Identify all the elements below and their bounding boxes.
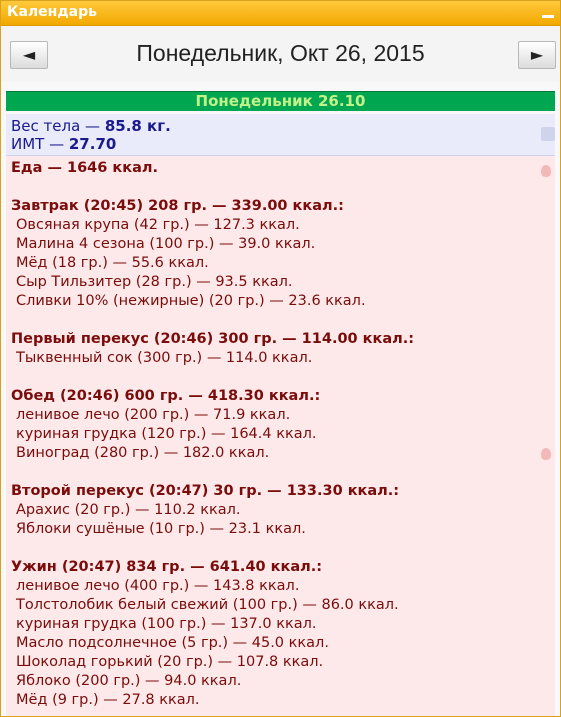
food-item: Тыквенный сок (300 гр.) — 114.0 ккал. [16,350,313,366]
weight-label: Вес тела — [11,117,105,135]
food-item: Шоколад горький (20 гр.) — 107.8 ккал. [16,654,324,670]
food-item: Мёд (18 гр.) — 55.6 ккал. [16,255,209,271]
food-item: Масло подсолнечное (5 гр.) — 45.0 ккал. [16,635,329,651]
food-item: Яблоки сушёные (10 гр.) — 23.1 ккал. [16,521,306,537]
food-item: Арахис (20 гр.) — 110.2 ккал. [16,502,241,518]
food-log-icon-secondary[interactable] [541,448,551,460]
calendar-window: Календарь ◄ Понедельник, Окт 26, 2015 ► … [0,0,561,717]
date-title: Понедельник, Окт 26, 2015 [136,40,425,66]
bmi-value: 27.70 [68,135,117,153]
food-item: куриная грудка (100 гр.) — 137.0 ккал. [16,616,317,632]
date-navigation: ◄ Понедельник, Окт 26, 2015 ► [1,26,560,82]
food-total: Еда — 1646 ккал. [11,160,158,176]
food-log-panel: Еда — 1646 ккал. Завтрак (20:45) 208 гр.… [6,156,555,716]
weight-row: Вес тела — 85.8 кг. [11,117,171,135]
food-item: ленивое лечо (200 гр.) — 71.9 ккал. [16,407,291,423]
food-item: куриная грудка (120 гр.) — 164.4 ккал. [16,426,317,442]
meal-heading: Обед (20:46) 600 гр. — 418.30 ккал.: [11,388,321,404]
window-titlebar: Календарь [1,1,560,26]
scale-icon[interactable] [541,127,555,141]
food-item: Яблоко (200 гр.) — 94.0 ккал. [16,673,242,689]
meal-heading: Второй перекус (20:47) 30 гр. — 133.30 к… [11,483,400,499]
food-item: Сливки 10% (нежирные) (20 гр.) — 23.6 кк… [16,293,366,309]
window-title: Календарь [7,4,97,20]
meal-heading: Первый перекус (20:46) 300 гр. — 114.00 … [11,331,415,347]
previous-day-button[interactable]: ◄ [10,41,48,69]
next-day-button[interactable]: ► [518,41,556,69]
bmi-row: ИМТ — 27.70 [11,135,116,153]
day-header: Понедельник 26.10 [6,91,555,111]
food-item: Виноград (280 гр.) — 182.0 ккал. [16,445,270,461]
food-item: ленивое лечо (400 гр.) — 143.8 ккал. [16,578,300,594]
food-item: Овсяная крупа (42 гр.) — 127.3 ккал. [16,217,300,233]
weight-value: 85.8 кг. [104,117,171,135]
food-item: Мёд (9 гр.) — 27.8 ккал. [16,692,200,708]
meal-heading: Завтрак (20:45) 208 гр. — 339.00 ккал.: [11,198,344,214]
food-item: Толстолобик белый свежий (100 гр.) — 86.… [16,597,399,613]
food-item: Малина 4 сезона (100 гр.) — 39.0 ккал. [16,236,316,252]
meal-heading: Ужин (20:47) 834 гр. — 641.40 ккал.: [11,559,323,575]
body-metrics-panel: Вес тела — 85.8 кг. ИМТ — 27.70 [6,114,555,156]
minimize-icon[interactable] [542,15,554,18]
food-log-icon[interactable] [541,165,551,177]
bmi-label: ИМТ — [11,135,69,153]
food-item: Сыр Тильзитер (28 гр.) — 93.5 ккал. [16,274,293,290]
